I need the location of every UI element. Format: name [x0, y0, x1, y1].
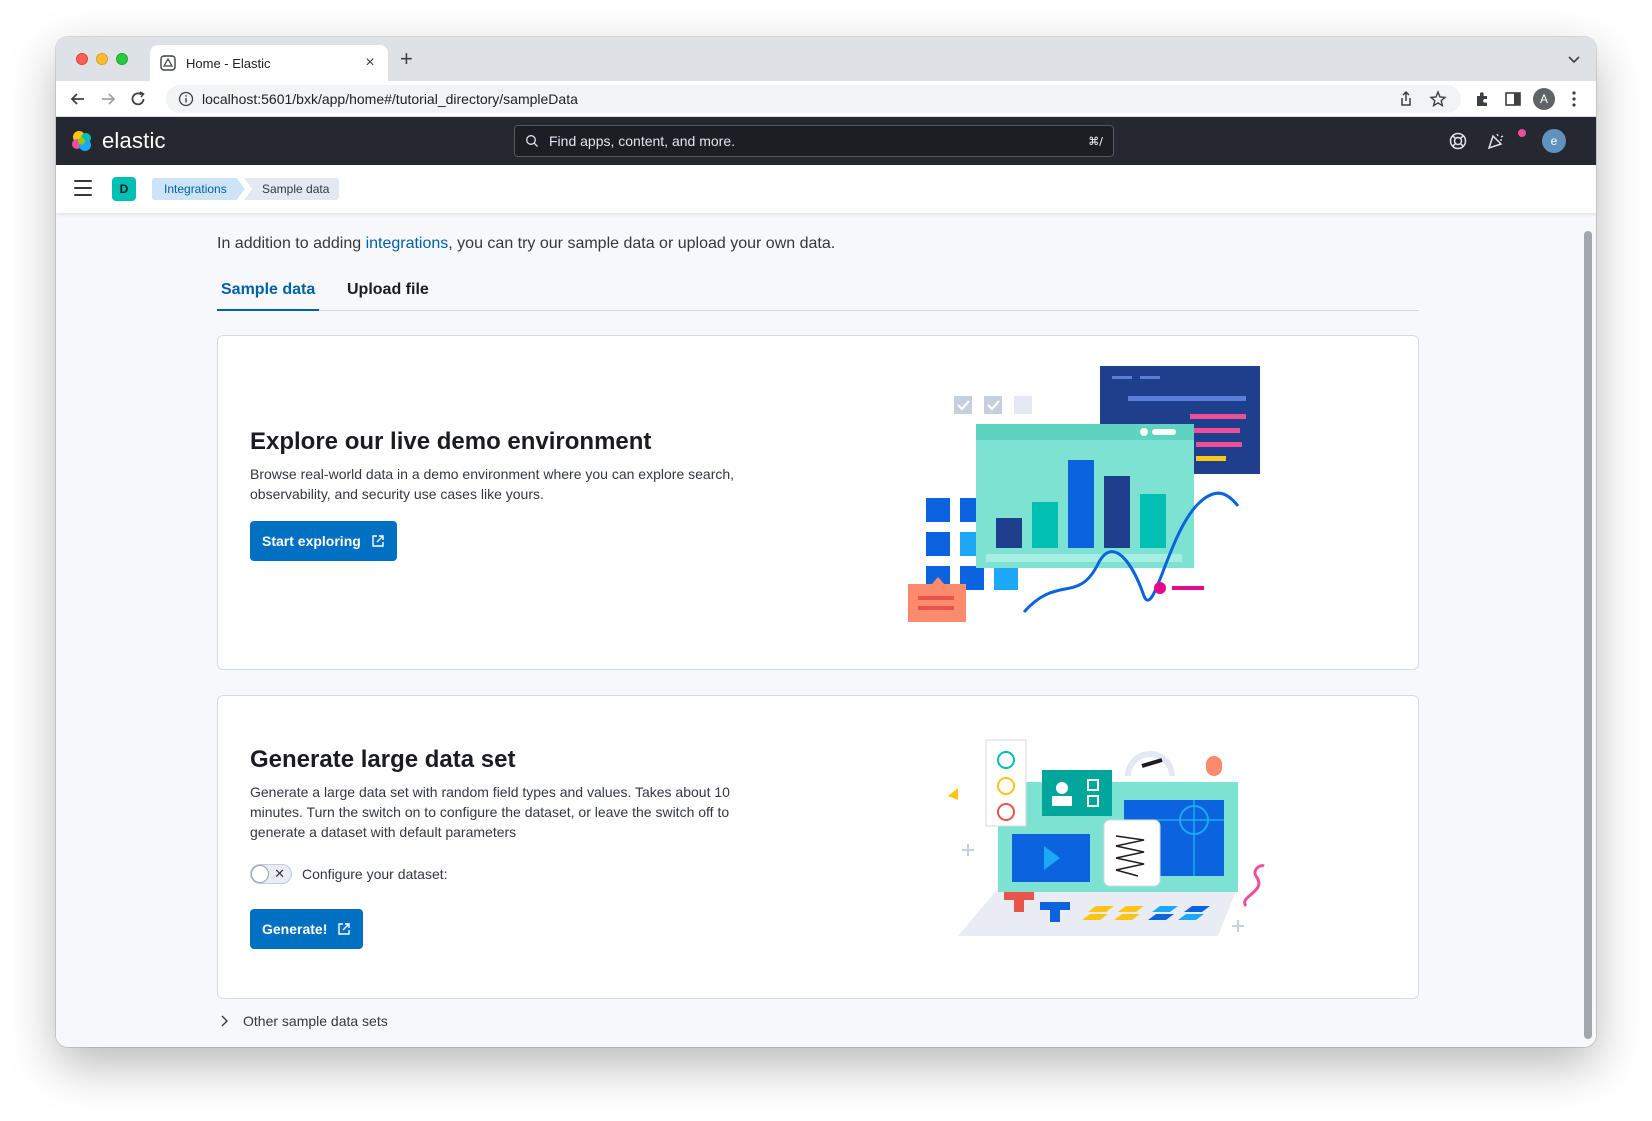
switch-off-cross-icon: ✕: [274, 866, 285, 881]
reload-icon[interactable]: [128, 89, 148, 109]
switch-knob: [251, 865, 269, 883]
generate-panel-title: Generate large data set: [250, 746, 516, 773]
demo-environment-panel: Explore our live demo environment Browse…: [217, 335, 1419, 670]
start-exploring-label: Start exploring: [262, 533, 361, 549]
kibana-favicon-icon: [160, 55, 176, 71]
search-icon: [526, 135, 538, 147]
search-shortcut-hint: ⌘/: [1088, 134, 1103, 148]
tab-title: Home - Elastic: [186, 55, 271, 71]
dashboard-illustration: [908, 366, 1260, 622]
intro-text: In addition to adding integrations, you …: [217, 235, 835, 253]
user-avatar[interactable]: e: [1542, 129, 1566, 153]
breadcrumb-integrations[interactable]: Integrations: [152, 178, 245, 200]
page-scrollbar[interactable]: [1580, 165, 1596, 1047]
browser-tab[interactable]: Home - Elastic ×: [150, 45, 388, 81]
intro-suffix: , you can try our sample data or upload …: [448, 235, 836, 252]
maximize-window-button[interactable]: [116, 53, 128, 65]
configure-dataset-row: ✕ Configure your dataset:: [250, 864, 448, 884]
browser-window: Home - Elastic × + localhost:5601/bxk/ap…: [56, 37, 1596, 1047]
generate-panel-description: Generate a large data set with random fi…: [250, 784, 730, 840]
scrollbar-thumb[interactable]: [1584, 231, 1592, 1039]
external-link-icon: [338, 923, 351, 935]
kibana-header: elastic Find apps, content, and more. ⌘/…: [56, 117, 1596, 165]
browser-toolbar: localhost:5601/bxk/app/home#/tutorial_di…: [56, 81, 1596, 117]
configure-dataset-switch[interactable]: ✕: [250, 864, 292, 884]
close-window-button[interactable]: [76, 53, 88, 65]
extensions-puzzle-icon[interactable]: [1473, 89, 1493, 109]
external-link-icon: [372, 535, 384, 547]
close-tab-icon[interactable]: ×: [362, 55, 378, 71]
global-search-input[interactable]: Find apps, content, and more. ⌘/: [514, 125, 1114, 157]
chevron-right-icon: [221, 1015, 228, 1027]
chevron-down-icon[interactable]: [1566, 51, 1582, 67]
new-tab-icon[interactable]: +: [400, 47, 413, 71]
bookmark-star-icon[interactable]: [1429, 90, 1447, 108]
elastic-logo-text: elastic: [102, 128, 166, 153]
notification-dot: [1518, 129, 1526, 137]
breadcrumb-bar: D Integrations Sample data: [56, 165, 1596, 213]
intro-prefix: In addition to adding: [217, 235, 366, 252]
demo-panel-title: Explore our live demo environment: [250, 428, 652, 455]
other-sample-data-toggle[interactable]: Other sample data sets: [217, 1013, 388, 1029]
main-content: In addition to adding integrations, you …: [56, 213, 1580, 1047]
news-feed-cheer-icon[interactable]: [1486, 131, 1506, 151]
data-generation-illustration: [948, 739, 1265, 936]
breadcrumb-sample-data: Sample data: [244, 178, 340, 200]
start-exploring-button[interactable]: Start exploring: [250, 521, 397, 561]
demo-panel-description: Browse real-world data in a demo environ…: [250, 466, 735, 502]
menu-hamburger-icon[interactable]: [74, 180, 92, 196]
site-info-icon[interactable]: [178, 91, 194, 107]
forward-arrow-icon[interactable]: [98, 89, 118, 109]
minimize-window-button[interactable]: [96, 53, 108, 65]
tab-strip: Home - Elastic × +: [56, 37, 1596, 81]
share-icon[interactable]: [1397, 90, 1415, 108]
space-selector-avatar[interactable]: D: [112, 177, 136, 201]
elastic-logo[interactable]: elastic: [70, 128, 166, 154]
browser-menu-kebab-icon[interactable]: [1564, 89, 1584, 109]
search-placeholder: Find apps, content, and more.: [549, 133, 735, 149]
other-sample-data-label: Other sample data sets: [243, 1013, 388, 1029]
configure-dataset-label: Configure your dataset:: [302, 866, 448, 882]
generate-data-panel: Generate large data set Generate a large…: [217, 695, 1419, 999]
tab-upload-file[interactable]: Upload file: [343, 281, 433, 309]
integrations-link[interactable]: integrations: [366, 235, 449, 252]
address-bar[interactable]: localhost:5601/bxk/app/home#/tutorial_di…: [166, 85, 1461, 113]
browser-profile-avatar[interactable]: A: [1533, 88, 1555, 110]
side-panel-icon[interactable]: [1503, 89, 1523, 109]
generate-button-label: Generate!: [262, 921, 328, 937]
help-lifebuoy-icon[interactable]: [1448, 131, 1468, 151]
tab-sample-data[interactable]: Sample data: [217, 281, 320, 311]
tab-bar: Sample data Upload file: [217, 269, 1419, 311]
generate-button[interactable]: Generate!: [250, 909, 364, 949]
url-text[interactable]: localhost:5601/bxk/app/home#/tutorial_di…: [202, 91, 1397, 107]
elastic-logo-icon: [72, 131, 91, 151]
back-arrow-icon[interactable]: [68, 89, 88, 109]
